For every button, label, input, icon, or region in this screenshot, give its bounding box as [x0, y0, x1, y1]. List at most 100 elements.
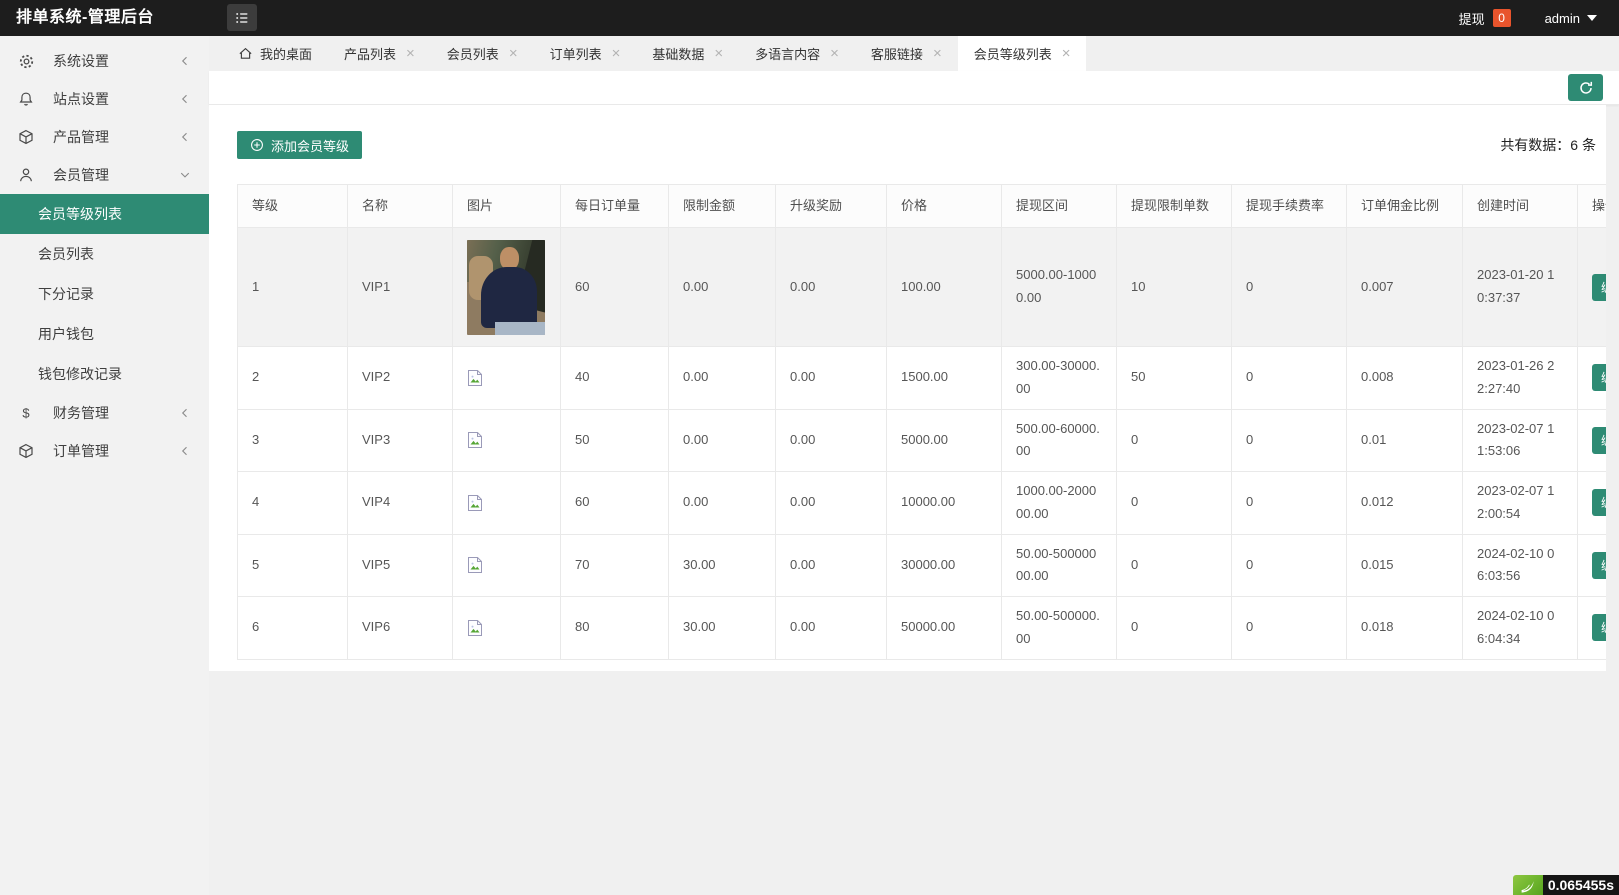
cell-image	[452, 346, 561, 410]
edit-button[interactable]: 编辑	[1592, 614, 1606, 642]
column-header: 提现区间	[1001, 184, 1117, 228]
sidebar-subitem[interactable]: 钱包修改记录	[0, 354, 209, 394]
sidebar-item[interactable]: 会员管理	[0, 156, 209, 194]
sidebar-subitem[interactable]: 下分记录	[0, 274, 209, 314]
chevron-left-icon	[179, 445, 191, 457]
cell-name: VIP2	[347, 346, 453, 410]
cell-price: 100.00	[886, 227, 1002, 347]
sidebar-item[interactable]: $ 财务管理	[0, 394, 209, 432]
cell-limit_amount: 30.00	[668, 596, 776, 660]
cell-level: 5	[237, 533, 348, 597]
cell-name: VIP4	[347, 471, 453, 535]
cell-upgrade_reward: 0.00	[775, 346, 887, 410]
table-container: 等级 名称 图片 每日订单量 限制金额 升级奖励 价格 提现区间 提现限制单数 提现手续费率 订单佣…	[237, 184, 1606, 660]
cell-name: VIP6	[347, 596, 453, 660]
refresh-button[interactable]	[1568, 74, 1603, 101]
close-icon[interactable]: ×	[612, 46, 621, 61]
cell-actions: 编辑	[1577, 533, 1606, 597]
cell-withdraw_range: 50.00-50000000.00	[1001, 533, 1117, 597]
box-icon	[18, 443, 36, 459]
cell-withdraw_range: 1000.00-200000.00	[1001, 471, 1117, 535]
withdraw-badge: 0	[1492, 9, 1511, 27]
sidebar-item-label: 站点设置	[53, 91, 109, 107]
sidebar-subitem[interactable]: 会员等级列表	[0, 194, 209, 234]
edit-button[interactable]: 编辑	[1592, 426, 1606, 454]
cell-commission: 0.018	[1346, 596, 1463, 660]
user-menu[interactable]: admin	[1545, 11, 1597, 26]
sidebar-item[interactable]: 系统设置	[0, 42, 209, 80]
tab-item[interactable]: 会员列表 ×	[431, 36, 534, 71]
tab-active[interactable]: 会员等级列表 ×	[957, 36, 1087, 71]
sidebar-item[interactable]: 产品管理	[0, 118, 209, 156]
tab-item[interactable]: 我的桌面	[222, 36, 328, 71]
top-header: 排单系统-管理后台 提现 0 admin	[0, 0, 1619, 36]
column-header: 价格	[886, 184, 1002, 228]
cell-commission: 0.007	[1346, 227, 1463, 347]
cell-name: VIP1	[347, 227, 453, 347]
box-icon	[18, 129, 36, 145]
debug-widget[interactable]: 0.065455s	[1512, 875, 1619, 895]
close-icon[interactable]: ×	[509, 46, 518, 61]
cell-withdraw_range: 500.00-60000.00	[1001, 408, 1117, 472]
cell-commission: 0.008	[1346, 346, 1463, 410]
panel-head: 添加会员等级 共有数据：6 条	[209, 105, 1606, 159]
cell-withdraw_fee: 0	[1231, 227, 1347, 347]
edit-button[interactable]: 编辑	[1592, 489, 1606, 517]
sidebar-item[interactable]: 站点设置	[0, 80, 209, 118]
topbar-right: 提现 0 admin	[1459, 0, 1597, 36]
edit-button[interactable]: 编辑	[1592, 551, 1606, 579]
thinkphp-icon	[1512, 875, 1543, 895]
edit-button[interactable]: 编辑	[1592, 273, 1606, 301]
tab-label: 会员等级列表	[973, 47, 1052, 62]
cell-created: 2023-02-07 12:00:54	[1462, 471, 1578, 535]
sidebar-item-label: 产品管理	[53, 129, 109, 145]
close-icon[interactable]: ×	[406, 46, 415, 61]
sidebar-item-label: 系统设置	[53, 53, 109, 69]
tab-item[interactable]: 订单列表 ×	[534, 36, 637, 71]
edit-button[interactable]: 编辑	[1592, 364, 1606, 392]
close-icon[interactable]: ×	[714, 46, 723, 61]
cell-image	[452, 408, 561, 472]
sidebar-subitem[interactable]: 用户钱包	[0, 314, 209, 354]
tab-item[interactable]: 客服链接 ×	[855, 36, 958, 71]
tab-item[interactable]: 多语言内容 ×	[739, 36, 855, 71]
cell-upgrade_reward: 0.00	[775, 227, 887, 347]
cell-image	[452, 596, 561, 660]
app-root: 排单系统-管理后台 提现 0 admin 系统设置 站点设置 产品管理 会员管理 会员等…	[0, 0, 1619, 895]
cell-actions: 编辑	[1577, 471, 1606, 535]
user-icon	[18, 167, 36, 183]
add-level-button[interactable]: 添加会员等级	[237, 131, 363, 159]
cell-price: 10000.00	[886, 471, 1002, 535]
cell-actions: 编辑	[1577, 408, 1606, 472]
table-header-row: 等级 名称 图片 每日订单量 限制金额 升级奖励 价格 提现区间 提现限制单数 提现手续费率 订单佣…	[237, 184, 1606, 228]
tab-item[interactable]: 基础数据 ×	[636, 36, 739, 71]
withdraw-link[interactable]: 提现 0	[1459, 9, 1511, 28]
tab-label: 客服链接	[870, 47, 923, 62]
close-icon[interactable]: ×	[933, 46, 942, 61]
close-icon[interactable]: ×	[1062, 46, 1071, 61]
tab-item[interactable]: 产品列表 ×	[328, 36, 431, 71]
home-icon	[238, 46, 253, 61]
cell-level: 4	[237, 471, 348, 535]
column-header: 每日订单量	[560, 184, 669, 228]
column-header: 订单佣金比例	[1346, 184, 1463, 228]
cell-withdraw_fee: 0	[1231, 471, 1347, 535]
refresh-toolbar	[209, 71, 1619, 105]
sidebar-subitem[interactable]: 会员列表	[0, 234, 209, 274]
sidebar-item[interactable]: 订单管理	[0, 432, 209, 470]
cell-withdraw_limit: 10	[1116, 227, 1232, 347]
cell-created: 2023-01-26 22:27:40	[1462, 346, 1578, 410]
cell-upgrade_reward: 0.00	[775, 596, 887, 660]
close-icon[interactable]: ×	[830, 46, 839, 61]
tab-label: 我的桌面	[260, 47, 313, 62]
sidebar-toggle-button[interactable]	[227, 4, 257, 31]
cell-limit_amount: 30.00	[668, 533, 776, 597]
tab-label: 基础数据	[652, 47, 705, 62]
cell-commission: 0.015	[1346, 533, 1463, 597]
chevron-left-icon	[179, 93, 191, 105]
table-row: 3 VIP3 50 0.00 0.00 5000.00 500.00-60000.00 0 0 0…	[237, 408, 1606, 472]
gear-icon	[18, 53, 36, 70]
member-photo	[467, 239, 545, 335]
cell-limit_amount: 0.00	[668, 346, 776, 410]
svg-text:$: $	[22, 406, 30, 421]
